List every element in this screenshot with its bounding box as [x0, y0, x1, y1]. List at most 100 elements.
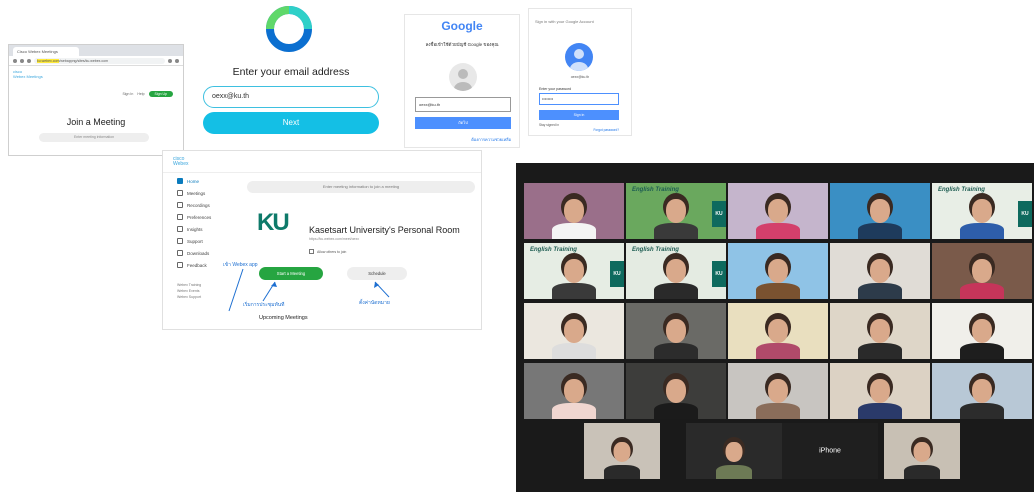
signup-button[interactable]: Sign Up	[148, 91, 173, 97]
password-header: Sign in with your Google Account	[535, 19, 594, 24]
participant-body	[552, 283, 596, 299]
webex-logo-icon	[266, 6, 312, 52]
brand-line2: Webex Meetings	[13, 74, 43, 79]
ku-badge: KU	[610, 261, 624, 287]
participant-tile[interactable]: English Training KU	[626, 183, 726, 239]
email-input[interactable]: oexx@ku.th	[203, 86, 379, 108]
browser-tab[interactable]: Cisco Webex Meetings	[13, 47, 79, 56]
participant-tile[interactable]	[626, 303, 726, 359]
participant-tile[interactable]: English Training KU	[626, 243, 726, 299]
participant-tile[interactable]	[932, 243, 1032, 299]
participant-tile[interactable]: English Training KU	[932, 183, 1032, 239]
forgot-password-link[interactable]: Forgot password?	[593, 128, 619, 132]
participant-tile[interactable]: English Training KU	[524, 243, 624, 299]
participant-body	[960, 403, 1004, 419]
participant-body	[756, 343, 800, 359]
webex-home-screen: cisco Webex Home Meetings Recordings Prefer…	[162, 150, 482, 330]
participant-body	[552, 403, 596, 419]
signin-button[interactable]: Sign in	[539, 110, 619, 120]
participant-face	[972, 379, 992, 403]
ku-badge: KU	[712, 261, 726, 287]
forward-icon[interactable]	[20, 58, 24, 63]
participant-tile[interactable]	[626, 363, 726, 419]
back-icon[interactable]	[13, 58, 17, 63]
participant-body	[960, 343, 1004, 359]
participant-face	[870, 319, 890, 343]
participant-tile[interactable]	[830, 183, 930, 239]
star-icon[interactable]	[168, 58, 172, 63]
participant-tile[interactable]	[932, 303, 1032, 359]
google-password-screen: Sign in with your Google Account oexx@ku…	[528, 8, 632, 136]
google-subtitle: ลงชื่อเข้าใช้ด้วยบัญชี Google ของคุณ	[425, 42, 499, 47]
top-actions: Sign In Help Sign Up	[122, 91, 173, 97]
participant-face	[768, 319, 788, 343]
participant-tile[interactable]: iPhone	[782, 423, 878, 479]
help-link[interactable]: Help	[137, 92, 144, 96]
join-meeting-title: Join a Meeting	[66, 117, 126, 127]
password-field[interactable]: ••••••••	[539, 93, 619, 105]
participant-face	[564, 319, 584, 343]
meeting-info-input[interactable]: Enter meeting information	[39, 133, 149, 142]
participant-face	[666, 199, 686, 223]
address-bar: ku.webex.com/webappng/sites/ku.webex.com	[9, 56, 183, 66]
participant-body	[858, 223, 902, 239]
browser-tab-bar: Cisco Webex Meetings	[9, 45, 183, 56]
google-help-link[interactable]: ต้องการความช่วยเหลือ	[471, 136, 511, 143]
participant-name-label: iPhone	[819, 447, 841, 455]
participant-body	[756, 223, 800, 239]
google-email-field[interactable]: oexx@ku.th	[415, 97, 511, 112]
participant-tile[interactable]	[830, 243, 930, 299]
participant-body	[960, 223, 1004, 239]
virtual-background-caption: English Training	[632, 187, 679, 193]
webex-logo: cisco Webex Meetings	[9, 66, 183, 79]
participant-face	[564, 199, 584, 223]
participant-body	[756, 403, 800, 419]
email-title: Enter your email address	[232, 66, 350, 78]
participant-body	[716, 465, 752, 479]
upcoming-meetings-heading: Upcoming Meetings	[259, 315, 308, 321]
participant-tile[interactable]	[728, 243, 828, 299]
participant-tile[interactable]	[686, 423, 782, 479]
participant-tile[interactable]	[884, 423, 960, 479]
reload-icon[interactable]	[27, 58, 31, 63]
participant-body	[552, 223, 596, 239]
annotation-arrows	[228, 268, 390, 312]
participant-body	[858, 343, 902, 359]
virtual-background-caption: English Training	[632, 247, 679, 253]
participant-tile[interactable]	[524, 183, 624, 239]
avatar-icon	[449, 63, 477, 91]
participant-face	[972, 199, 992, 223]
virtual-background-caption: English Training	[938, 187, 985, 193]
participant-tile[interactable]	[830, 303, 930, 359]
next-button[interactable]: Next	[203, 112, 379, 134]
email-entry-screen: Enter your email address oexx@ku.th Next	[196, 0, 386, 140]
participant-body	[960, 283, 1004, 299]
participant-tile[interactable]	[728, 183, 828, 239]
participant-face	[972, 319, 992, 343]
participant-tile[interactable]	[524, 363, 624, 419]
participant-body	[858, 403, 902, 419]
participant-tile[interactable]	[524, 303, 624, 359]
password-label: Enter your password	[539, 87, 572, 91]
virtual-background-caption: English Training	[530, 247, 577, 253]
signin-link[interactable]: Sign In	[122, 92, 133, 96]
participant-face	[870, 379, 890, 403]
google-next-button[interactable]: ถัดไป	[415, 117, 511, 129]
participant-body	[604, 465, 640, 479]
participant-tile[interactable]	[728, 303, 828, 359]
url-field[interactable]: ku.webex.com/webappng/sites/ku.webex.com	[34, 57, 165, 64]
participant-face	[913, 442, 931, 462]
participant-face	[666, 259, 686, 283]
participant-tile[interactable]	[584, 423, 660, 479]
menu-icon[interactable]	[175, 58, 179, 63]
participant-face	[972, 259, 992, 283]
participant-tile[interactable]	[830, 363, 930, 419]
participant-body	[904, 465, 940, 479]
participant-tile[interactable]	[728, 363, 828, 419]
participant-tile[interactable]	[932, 363, 1032, 419]
stay-signed-in-checkbox[interactable]: Stay signed in	[539, 123, 559, 127]
participant-body	[654, 403, 698, 419]
participant-face	[870, 259, 890, 283]
participant-face	[725, 442, 743, 462]
participant-body	[654, 343, 698, 359]
